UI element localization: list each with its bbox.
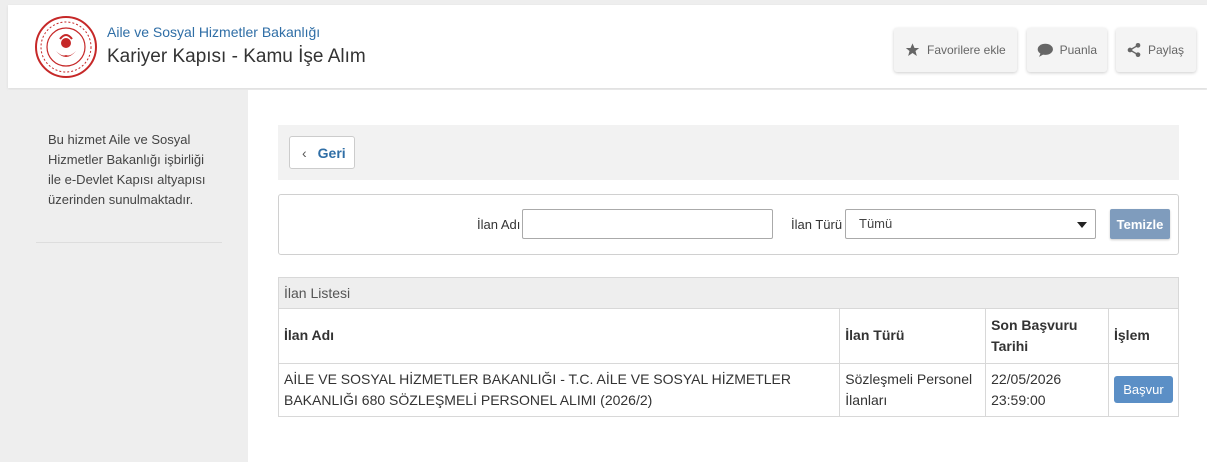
chevron-left-icon: ‹ bbox=[302, 144, 307, 161]
star-icon bbox=[905, 43, 920, 56]
col-son-basvuru: Son Başvuru Tarihi bbox=[985, 309, 1109, 364]
list-title: İlan Listesi bbox=[279, 278, 1178, 309]
col-islem: İşlem bbox=[1108, 309, 1178, 364]
ilan-list: İlan Listesi İlan Adı İlan Türü Son Başv… bbox=[278, 277, 1179, 417]
filter-panel: İlan Adı İlan Türü Tümü Temizle bbox=[278, 194, 1179, 255]
clear-button[interactable]: Temizle bbox=[1110, 209, 1170, 239]
back-button[interactable]: ‹ Geri bbox=[289, 136, 355, 169]
row-islem: Başvur bbox=[1109, 363, 1179, 416]
sidebar: Bu hizmet Aile ve Sosyal Hizmetler Bakan… bbox=[8, 90, 248, 462]
share-button[interactable]: Paylaş bbox=[1116, 28, 1196, 72]
ilan-adi-input[interactable] bbox=[522, 209, 773, 239]
back-button-label: Geri bbox=[317, 144, 346, 161]
sidebar-divider bbox=[36, 242, 222, 243]
page-header: Aile ve Sosyal Hizmetler Bakanlığı Kariy… bbox=[8, 5, 1207, 88]
share-icon bbox=[1127, 43, 1141, 57]
ministry-name[interactable]: Aile ve Sosyal Hizmetler Bakanlığı bbox=[107, 24, 320, 40]
favorite-label: Favorilere ekle bbox=[927, 43, 1006, 57]
col-ilan-turu: İlan Türü bbox=[839, 309, 987, 364]
service-title: Kariyer Kapısı - Kamu İşe Alım bbox=[107, 46, 366, 67]
row-ilan-adi: AİLE VE SOSYAL HİZMETLER BAKANLIĞI - T.C… bbox=[279, 363, 841, 416]
ilan-turu-label: İlan Türü bbox=[791, 217, 843, 232]
main-content: ‹ Geri İlan Adı İlan Türü Tümü Temizle İ… bbox=[248, 90, 1207, 462]
rate-label: Puanla bbox=[1059, 43, 1097, 57]
ministry-logo bbox=[35, 16, 97, 78]
share-label: Paylaş bbox=[1148, 43, 1185, 57]
row-ilan-turu: Sözleşmeli Personel İlanları bbox=[839, 363, 987, 416]
ilan-turu-select[interactable]: Tümü bbox=[845, 209, 1096, 239]
speech-bubble-icon bbox=[1037, 43, 1053, 57]
table-row: AİLE VE SOSYAL HİZMETLER BAKANLIĞI - T.C… bbox=[279, 363, 1178, 416]
back-bar: ‹ Geri bbox=[278, 125, 1179, 180]
col-ilan-adi: İlan Adı bbox=[279, 309, 841, 364]
service-info-text: Bu hizmet Aile ve Sosyal Hizmetler Bakan… bbox=[48, 132, 206, 207]
apply-button[interactable]: Başvur bbox=[1114, 376, 1173, 404]
dropdown-caret-icon bbox=[1077, 222, 1087, 228]
ilan-table: İlan Adı İlan Türü Son Başvuru Tarihi İş… bbox=[279, 309, 1178, 416]
favorite-button[interactable]: Favorilere ekle bbox=[894, 28, 1017, 72]
rate-button[interactable]: Puanla bbox=[1027, 28, 1107, 72]
ilan-turu-value: Tümü bbox=[859, 216, 893, 231]
table-header-row: İlan Adı İlan Türü Son Başvuru Tarihi İş… bbox=[279, 309, 1178, 364]
ilan-adi-label: İlan Adı bbox=[477, 217, 521, 232]
row-son-basvuru: 22/05/2026 23:59:00 bbox=[985, 363, 1109, 416]
